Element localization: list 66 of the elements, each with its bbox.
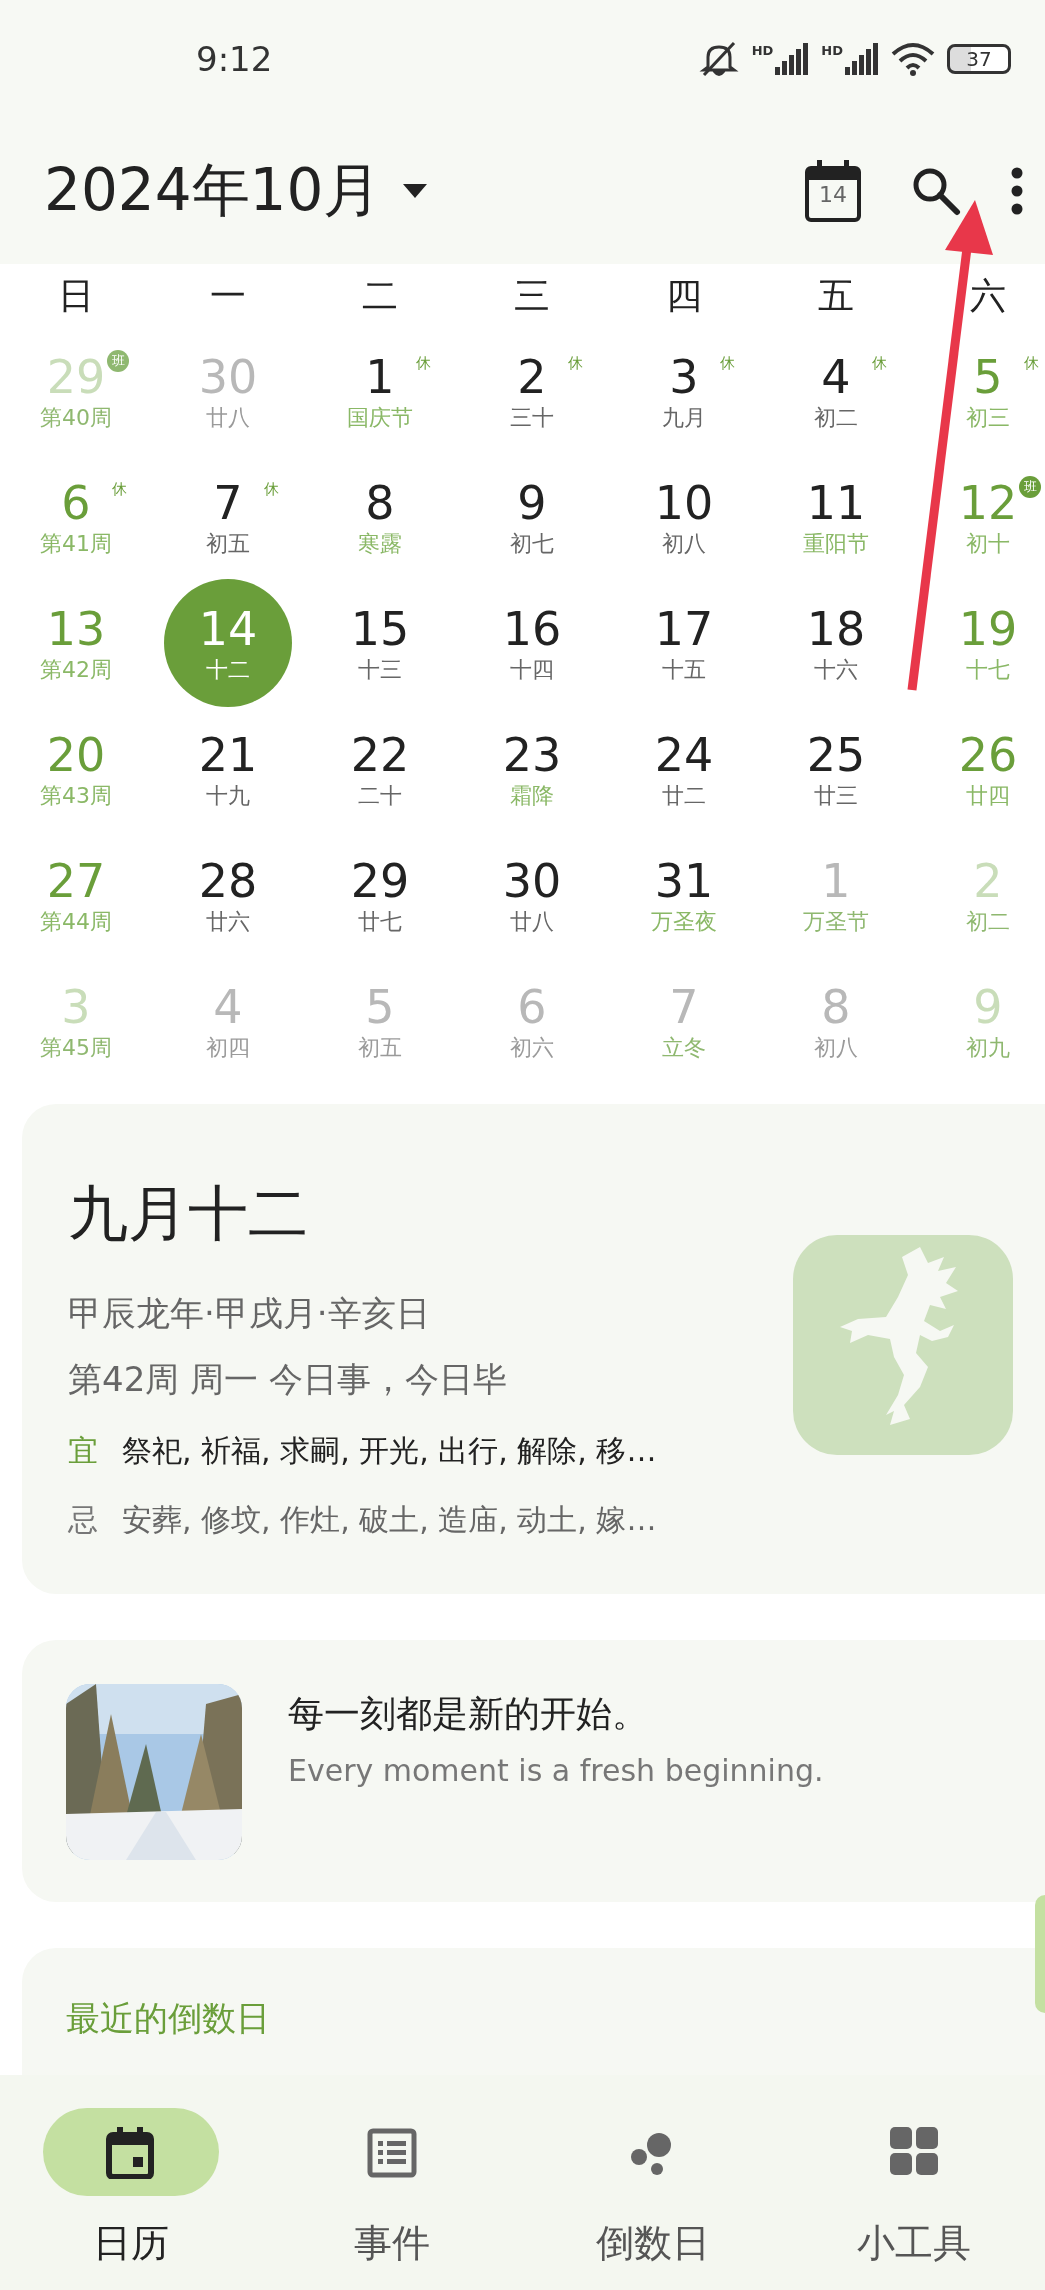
workday-badge: 班 [1019, 476, 1041, 498]
lunar-date: 九月十二 [68, 1177, 309, 1250]
weekday-label: 五 [817, 273, 855, 318]
day-cell[interactable]: 10 初八 [629, 458, 739, 576]
dropdown-caret-icon [403, 184, 428, 198]
weekday-label: 一 [209, 273, 247, 318]
holiday-label: 休 [264, 480, 279, 499]
day-cell[interactable]: 18 十六 [781, 584, 891, 702]
almanac-items: 安葬, 修坟, 作灶, 破土, 造庙, 动土, 嫁… [122, 1501, 657, 1539]
holiday-label: 休 [872, 354, 887, 373]
hd-label: HD [751, 43, 774, 58]
day-cell[interactable]: 11 重阳节 [781, 458, 891, 576]
nav-tab[interactable]: 小工具 [857, 2218, 972, 2269]
quote-translation: Every moment is a fresh beginning. [288, 1753, 824, 1788]
weekday-label: 四 [665, 273, 703, 318]
day-cell[interactable]: 2 休 三十 [477, 332, 587, 450]
day-cell[interactable]: 23 霜降 [477, 710, 587, 828]
side-handle[interactable] [1035, 1895, 1045, 2013]
section-title: 最近的倒数日 [66, 1997, 271, 2040]
weekday-label: 六 [969, 273, 1007, 318]
holiday-label: 休 [568, 354, 583, 373]
day-cell[interactable]: 16 十四 [477, 584, 587, 702]
day-cell[interactable]: 25 廿三 [781, 710, 891, 828]
signal-icon [775, 43, 810, 75]
battery-indicator: 37 [947, 44, 1011, 74]
muted-bell-icon [697, 39, 740, 79]
day-cell[interactable]: 21 十九 [173, 710, 283, 828]
day-cell[interactable]: 7 休 初五 [173, 458, 283, 576]
hd-label: HD [821, 43, 843, 58]
day-cell[interactable]: 22 二十 [325, 710, 435, 828]
nav-tab[interactable]: 日历 [92, 2218, 169, 2269]
week-info: 第42周 周一 今日事，今日毕 [68, 1358, 508, 1401]
holiday-label: 休 [416, 354, 431, 373]
status-time: 9:12 [196, 39, 273, 79]
search-icon[interactable] [911, 166, 961, 216]
weekday-label: 三 [513, 273, 551, 318]
day-cell[interactable]: 15 十三 [325, 584, 435, 702]
weekday-label: 日 [57, 273, 95, 318]
day-cell[interactable]: 29 廿七 [325, 836, 435, 954]
day-cell[interactable]: 1 休 国庆节 [325, 332, 435, 450]
holiday-label: 休 [112, 480, 127, 499]
holiday-label: 休 [720, 354, 735, 373]
weekday-label: 二 [361, 273, 399, 318]
ganzhi-text: 甲辰龙年·甲戌月·辛亥日 [68, 1292, 431, 1335]
quote-text: 每一刻都是新的开始。 [288, 1692, 649, 1736]
day-cell[interactable]: 4 休 初二 [781, 332, 891, 450]
month-selector[interactable]: 2024年10月 [44, 152, 428, 230]
almanac-label: 宜 [68, 1432, 98, 1470]
nav-tab[interactable]: 倒数日 [596, 2218, 711, 2269]
day-cell[interactable]: 28 廿六 [173, 836, 283, 954]
almanac-label: 忌 [68, 1501, 98, 1539]
day-cell[interactable]: 3 休 九月 [629, 332, 739, 450]
workday-badge: 班 [107, 350, 129, 372]
signal-icon [845, 43, 879, 75]
more-menu-icon[interactable] [1011, 167, 1023, 215]
almanac-items: 祭祀, 祈福, 求嗣, 开光, 出行, 解除, 移… [122, 1432, 657, 1470]
day-cell[interactable]: 9 初七 [477, 458, 587, 576]
calendar-icon [104, 2125, 157, 2179]
holiday-label: 休 [1024, 354, 1039, 373]
day-cell[interactable]: 17 十五 [629, 584, 739, 702]
day-cell[interactable]: 31 万圣夜 [629, 836, 739, 954]
day-cell[interactable]: 24 廿二 [629, 710, 739, 828]
day-cell[interactable]: 30 廿八 [477, 836, 587, 954]
day-cell[interactable]: 8 寒露 [325, 458, 435, 576]
nav-tab[interactable]: 事件 [353, 2218, 430, 2269]
wifi-icon [891, 42, 935, 76]
